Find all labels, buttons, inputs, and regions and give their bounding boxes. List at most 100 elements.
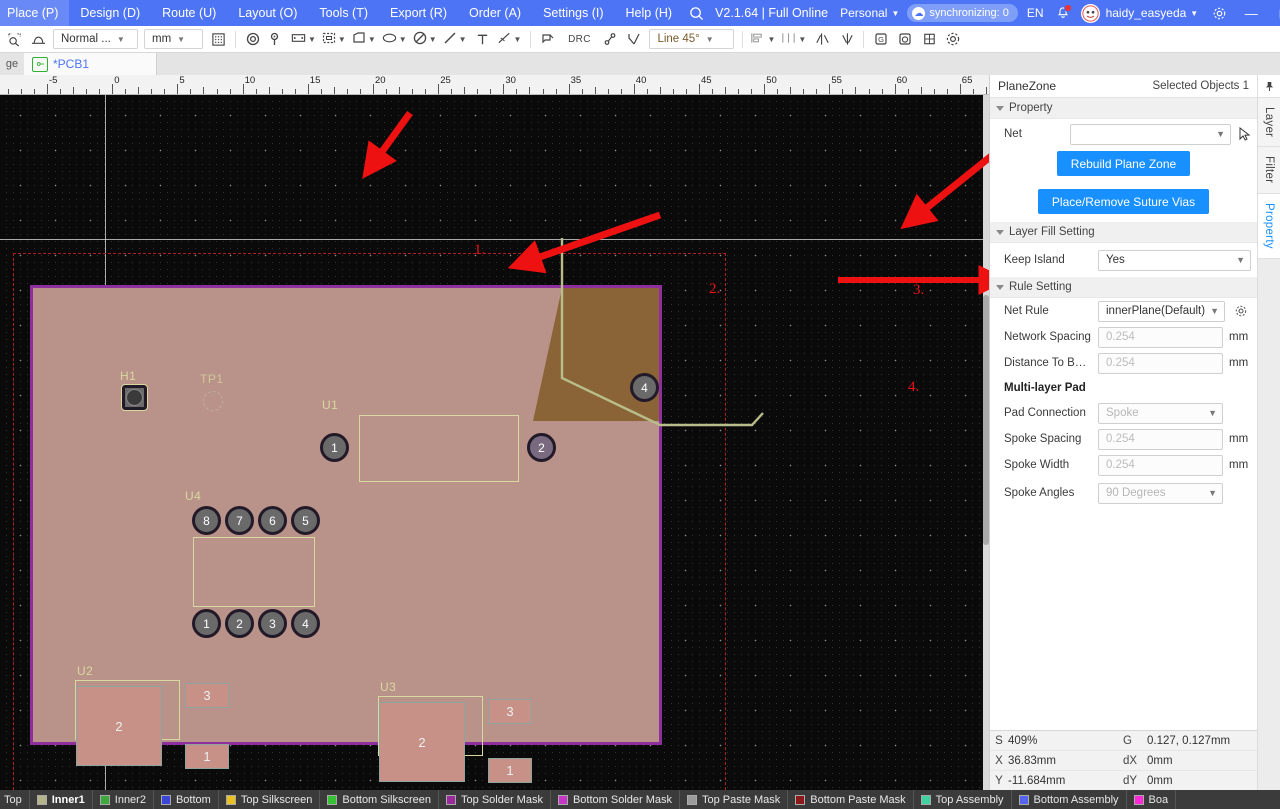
search-icon[interactable]: [683, 0, 709, 26]
polygon-tool[interactable]: ▼: [350, 28, 380, 50]
account-scope-dropdown[interactable]: Personal ▼: [840, 6, 899, 20]
drc-button[interactable]: DRC: [560, 28, 598, 50]
menu-item-settings[interactable]: Settings (I): [532, 0, 614, 26]
align-tool[interactable]: ▼: [748, 28, 779, 50]
layer-item-bottom-paste-mask[interactable]: Bottom Paste Mask: [788, 790, 914, 809]
pad-h1-1[interactable]: [121, 384, 148, 411]
layer-item-top-assembly[interactable]: Top Assembly: [914, 790, 1012, 809]
sync-status-badge[interactable]: ☁ synchronizing: 0: [907, 4, 1018, 22]
layer-item-bottom-solder-mask[interactable]: Bottom Solder Mask: [551, 790, 681, 809]
layer-item-top[interactable]: Top: [0, 790, 30, 809]
pad-u4-3[interactable]: 3: [258, 609, 287, 638]
net-rule-gear-icon[interactable]: [1231, 304, 1251, 318]
pad-u3-1[interactable]: 1: [488, 758, 532, 783]
rebuild-plane-zone-button[interactable]: Rebuild Plane Zone: [1056, 151, 1191, 176]
settings-icon[interactable]: [941, 28, 965, 50]
grid-icon[interactable]: [206, 28, 230, 50]
text-icon[interactable]: [471, 28, 495, 50]
pad-u4-1[interactable]: 1: [192, 609, 221, 638]
layer-item-boa[interactable]: Boa: [1127, 790, 1177, 809]
section-header-rule[interactable]: Rule Setting: [990, 277, 1257, 298]
section-header-layer-fill[interactable]: Layer Fill Setting: [990, 222, 1257, 243]
username-label[interactable]: haidy_easyeda: [1106, 6, 1187, 20]
menu-item-place[interactable]: Place (P): [0, 0, 70, 26]
plane-zone-board[interactable]: [30, 285, 662, 745]
distribute-tool[interactable]: ▼: [779, 28, 810, 50]
user-chevron-down-icon[interactable]: ▼: [1190, 9, 1198, 18]
route-icon[interactable]: [622, 28, 646, 50]
menu-item-help[interactable]: Help (H): [615, 0, 684, 26]
via-icon[interactable]: [241, 28, 265, 50]
pad-plane-4[interactable]: 4: [630, 373, 659, 402]
pad-u2-2[interactable]: 2: [76, 686, 162, 766]
dimension-tool[interactable]: ▼: [495, 28, 526, 50]
panel-tab-property[interactable]: Property: [1258, 193, 1280, 259]
menu-item-route[interactable]: Route (U): [151, 0, 227, 26]
layer-item-bottom-assembly[interactable]: Bottom Assembly: [1012, 790, 1127, 809]
pad-u4-5[interactable]: 5: [291, 506, 320, 535]
measure-icon[interactable]: [26, 28, 50, 50]
pad-u2-3[interactable]: 3: [185, 683, 229, 708]
home-tab-partial[interactable]: ge: [0, 53, 24, 75]
panel-tab-layer[interactable]: Layer: [1258, 98, 1280, 148]
net-icon[interactable]: [598, 28, 622, 50]
notification-bell-icon[interactable]: [1054, 3, 1072, 23]
pad-u1-1[interactable]: 1: [320, 433, 349, 462]
prohibited-area-tool[interactable]: ▼: [411, 28, 441, 50]
mode-select[interactable]: Normal ... ▼: [53, 29, 138, 49]
pad-icon[interactable]: [265, 28, 289, 50]
pad-connection-select[interactable]: Spoke ▼: [1098, 402, 1223, 424]
tab-pcb1[interactable]: *PCB1: [24, 53, 157, 75]
layer-item-bottom[interactable]: Bottom: [154, 790, 219, 809]
window-minimize-button[interactable]: —: [1234, 0, 1268, 26]
keep-island-select[interactable]: Yes ▼: [1098, 249, 1251, 271]
menu-item-order[interactable]: Order (A): [458, 0, 532, 26]
line-tool[interactable]: ▼: [441, 28, 471, 50]
flip-vertical-icon[interactable]: [834, 28, 858, 50]
window-maximize-button[interactable]: [1268, 0, 1280, 26]
photo-icon[interactable]: [893, 28, 917, 50]
layer-item-bottom-silkscreen[interactable]: Bottom Silkscreen: [320, 790, 440, 809]
menu-item-design[interactable]: Design (D): [69, 0, 151, 26]
track-tool[interactable]: ▼: [289, 28, 320, 50]
horizontal-ruler[interactable]: -5 0 5 10 15 20 25 30 35 40 45 50 55 60 65: [0, 75, 989, 95]
distance-to-border-input[interactable]: 0.254: [1098, 352, 1223, 374]
pad-u4-7[interactable]: 7: [225, 506, 254, 535]
panelize-icon[interactable]: [917, 28, 941, 50]
spoke-width-input[interactable]: 0.254: [1098, 454, 1223, 476]
region-tool[interactable]: ▼: [320, 28, 350, 50]
language-selector[interactable]: EN: [1027, 6, 1044, 20]
layer-item-inner1[interactable]: Inner1: [30, 790, 93, 809]
menu-item-layout[interactable]: Layout (O): [227, 0, 308, 26]
select-area-icon[interactable]: [2, 28, 26, 50]
flip-horizontal-icon[interactable]: [810, 28, 834, 50]
unit-select[interactable]: mm ▼: [144, 29, 203, 49]
net-rule-select[interactable]: innerPlane(Default) ▼: [1098, 300, 1225, 322]
pad-u3-2[interactable]: 2: [379, 702, 465, 782]
pin-icon[interactable]: [1258, 75, 1280, 98]
pad-u4-2[interactable]: 2: [225, 609, 254, 638]
section-header-property[interactable]: Property: [990, 98, 1257, 119]
pcb-canvas[interactable]: H1 TP1 U1 1 2 4 U4 8 7 6 5 1 2 3 4 U2 2 …: [0, 95, 989, 790]
testpoint-tp1[interactable]: [203, 391, 223, 411]
place-remove-suture-vias-button[interactable]: Place/Remove Suture Vias: [1037, 189, 1210, 214]
net-select[interactable]: ▼: [1070, 123, 1231, 145]
layer-item-inner2[interactable]: Inner2: [93, 790, 154, 809]
line-angle-select[interactable]: Line 45° ▼: [649, 29, 735, 49]
spoke-angles-select[interactable]: 90 Degrees ▼: [1098, 482, 1223, 504]
menu-item-tools[interactable]: Tools (T): [308, 0, 379, 26]
image-icon[interactable]: G: [869, 28, 893, 50]
app-settings-gear-icon[interactable]: [1204, 0, 1234, 26]
pad-u4-6[interactable]: 6: [258, 506, 287, 535]
network-spacing-input[interactable]: 0.254: [1098, 326, 1223, 348]
panel-tab-filter[interactable]: Filter: [1258, 147, 1280, 194]
pad-u4-8[interactable]: 8: [192, 506, 221, 535]
pad-u2-1[interactable]: 1: [185, 744, 229, 769]
net-label-icon[interactable]: [536, 28, 560, 50]
layer-item-top-solder-mask[interactable]: Top Solder Mask: [439, 790, 551, 809]
layer-item-top-paste-mask[interactable]: Top Paste Mask: [680, 790, 789, 809]
ellipse-tool[interactable]: ▼: [380, 28, 411, 50]
layer-item-top-silkscreen[interactable]: Top Silkscreen: [219, 790, 321, 809]
pad-u4-4[interactable]: 4: [291, 609, 320, 638]
avatar[interactable]: [1080, 3, 1100, 23]
